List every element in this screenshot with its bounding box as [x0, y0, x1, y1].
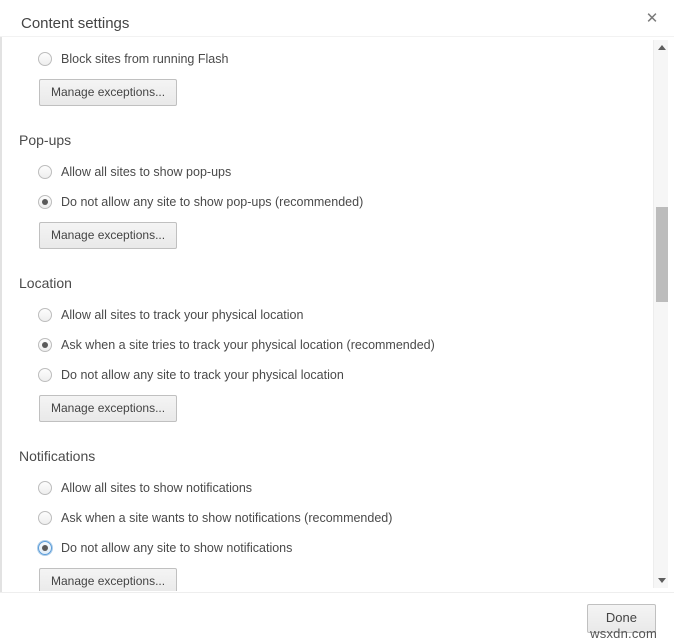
radio-button[interactable] [38, 308, 52, 322]
section-heading-popups: Pop-ups [19, 132, 72, 148]
option-row[interactable]: Do not allow any site to track your phys… [0, 361, 650, 391]
option-label: Allow all sites to show pop-ups [61, 165, 232, 179]
radio-button[interactable] [38, 368, 52, 382]
manage-exceptions-row: Manage exceptions... [0, 222, 650, 249]
option-label: Do not allow any site to track your phys… [61, 368, 344, 382]
option-row[interactable]: Do not allow any site to show pop-ups (r… [0, 188, 650, 218]
option-row[interactable]: Ask when a site tries to track your phys… [0, 331, 650, 361]
chevron-up-icon[interactable] [654, 40, 669, 55]
radio-button[interactable] [38, 338, 52, 352]
settings-section-flash: Block sites from running Flash Manage exc… [0, 37, 650, 106]
option-label: Ask when a site tries to track your phys… [61, 338, 435, 352]
option-row[interactable]: Do not allow any site to show notificati… [0, 534, 650, 564]
dialog-footer: Done [0, 593, 674, 642]
section-heading-location: Location [19, 275, 72, 291]
option-label: Do not allow any site to show pop-ups (r… [61, 195, 364, 209]
option-label: Allow all sites to track your physical l… [61, 308, 304, 322]
manage-exceptions-button[interactable]: Manage exceptions... [39, 222, 178, 249]
option-row[interactable]: Allow all sites to show notifications [0, 474, 650, 504]
manage-exceptions-row: Manage exceptions... [0, 395, 650, 422]
watermark: wsxdn.com [590, 626, 657, 641]
option-label: Ask when a site wants to show notificati… [61, 511, 393, 525]
radio-button[interactable] [38, 481, 52, 495]
settings-section-notifications: Notifications Allow all sites to show not… [0, 422, 650, 591]
vertical-scrollbar[interactable] [653, 40, 668, 588]
option-row[interactable]: Allow all sites to show pop-ups [0, 158, 650, 188]
scrollbar-thumb[interactable] [656, 207, 668, 302]
option-row[interactable]: Ask when a site wants to show notificati… [0, 504, 650, 534]
content-settings-dialog: Content settings ✕ Block sites from runn… [0, 0, 674, 642]
manage-exceptions-button[interactable]: Manage exceptions... [39, 79, 178, 106]
option-row[interactable]: Block sites from running Flash [0, 45, 650, 75]
radio-button[interactable] [38, 511, 52, 525]
settings-section-location: Location Allow all sites to track your ph… [0, 249, 650, 422]
option-label: Block sites from running Flash [61, 52, 229, 66]
dialog-header: Content settings ✕ [0, 0, 674, 36]
option-row[interactable]: Allow all sites to track your physical l… [0, 301, 650, 331]
section-heading-notifications: Notifications [19, 448, 96, 464]
manage-exceptions-row: Manage exceptions... [0, 79, 650, 106]
chevron-down-icon[interactable] [654, 573, 669, 588]
radio-button[interactable] [38, 165, 52, 179]
manage-exceptions-button[interactable]: Manage exceptions... [39, 568, 178, 591]
option-label: Allow all sites to show notifications [61, 481, 253, 495]
radio-button[interactable] [38, 541, 52, 555]
manage-exceptions-button[interactable]: Manage exceptions... [39, 395, 178, 422]
manage-exceptions-row: Manage exceptions... [0, 568, 650, 591]
settings-section-popups: Pop-ups Allow all sites to show pop-ups Do… [0, 106, 650, 249]
settings-scroll-area[interactable]: Block sites from running Flash Manage exc… [0, 37, 650, 591]
option-label: Do not allow any site to show notificati… [61, 541, 293, 555]
close-icon[interactable]: ✕ [639, 6, 665, 32]
radio-button[interactable] [38, 195, 52, 209]
radio-button[interactable] [38, 52, 52, 66]
settings-content: Block sites from running Flash Manage exc… [0, 37, 650, 591]
page-title: Content settings [21, 15, 130, 32]
